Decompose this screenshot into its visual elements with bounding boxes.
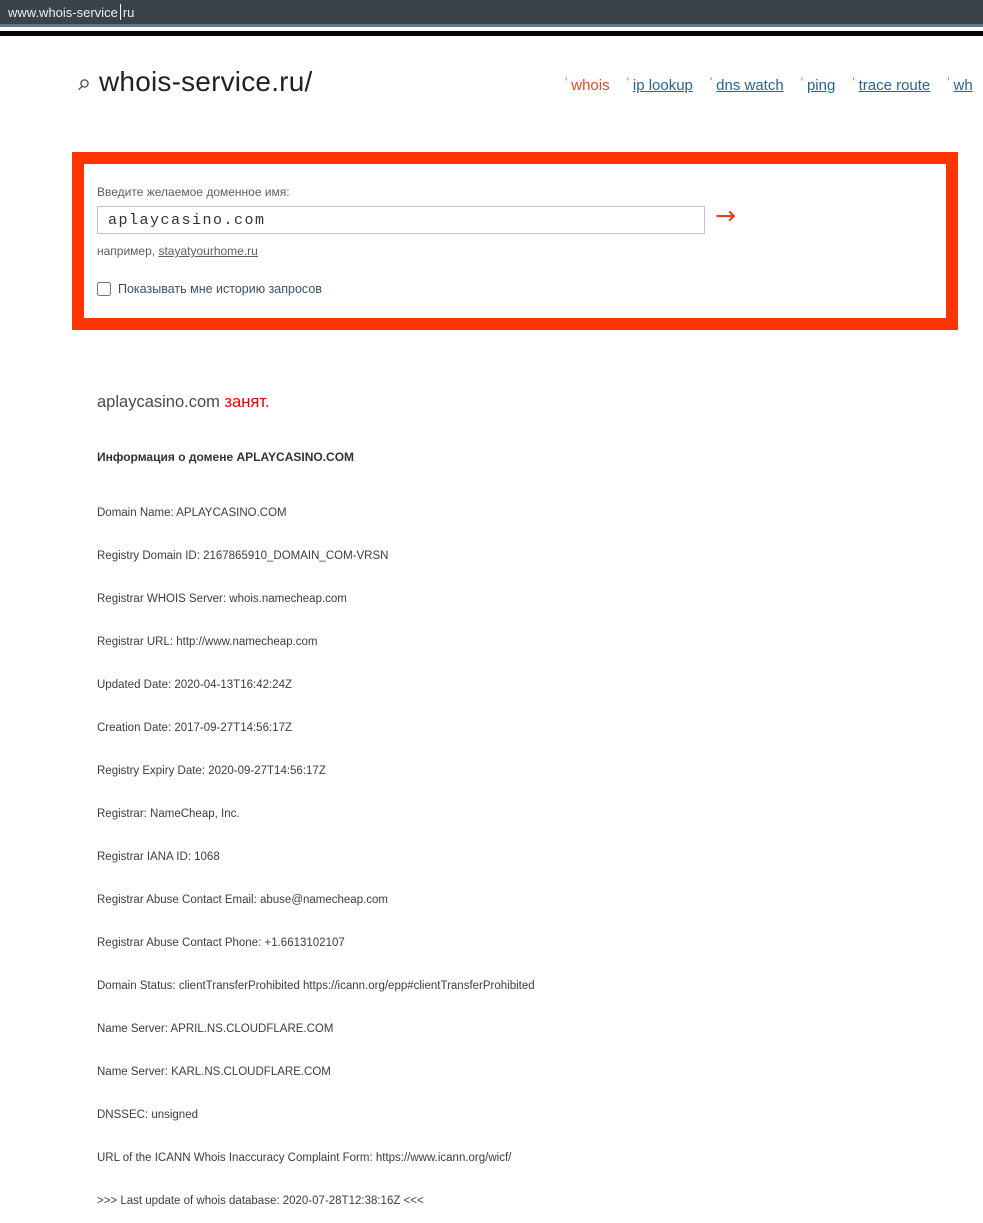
whois-line: Registrar WHOIS Server: whois.namecheap.… xyxy=(97,592,347,605)
nav-item-trace-route[interactable]: ′ trace route xyxy=(852,75,931,94)
whois-line: Registrar IANA ID: 1068 xyxy=(97,850,220,863)
domain-status-line: aplaycasino.com занят. xyxy=(97,393,270,412)
address-text-prefix: www.whois-service xyxy=(8,4,118,20)
whois-line: Name Server: KARL.NS.CLOUDFLARE.COM xyxy=(97,1066,331,1079)
nav-tick-icon: ′ xyxy=(852,75,855,89)
whois-line: Registry Expiry Date: 2020-09-27T14:56:1… xyxy=(97,764,326,777)
browser-address-bar[interactable]: www.whois-service ru xyxy=(0,0,983,27)
nav-tick-icon: ′ xyxy=(947,75,950,89)
address-text-suffix: ru xyxy=(122,4,135,20)
whois-line: Name Server: APRIL.NS.CLOUDFLARE.COM xyxy=(97,1023,334,1036)
nav-item-ip-lookup[interactable]: ′ ip lookup xyxy=(626,75,693,94)
whois-line: Updated Date: 2020-04-13T16:42:24Z xyxy=(97,678,292,691)
whois-record: Domain Name: APLAYCASINO.COM Registry Do… xyxy=(97,477,535,1223)
nav-link-dns-watch[interactable]: dns watch xyxy=(716,77,784,94)
magnifier-icon xyxy=(76,72,90,92)
status-badge: занят. xyxy=(224,393,270,411)
nav-item-whois[interactable]: ′ whois xyxy=(565,75,610,94)
whois-line: Domain Status: clientTransferProhibited … xyxy=(97,980,535,993)
nav-item-ping[interactable]: ′ ping xyxy=(800,75,836,94)
whois-line: >>> Last update of whois database: 2020-… xyxy=(97,1195,424,1208)
site-logo[interactable]: whois-service.ru/ xyxy=(76,66,312,98)
example-hint: например, stayatyourhome.ru xyxy=(97,244,258,258)
whois-line: URL of the ICANN Whois Inaccuracy Compla… xyxy=(97,1152,512,1165)
whois-line: DNSSEC: unsigned xyxy=(97,1109,198,1122)
nav-tick-icon: ′ xyxy=(709,75,713,89)
whois-line: Creation Date: 2017-09-27T14:56:17Z xyxy=(97,721,292,734)
show-history-label: Показывать мне историю запросов xyxy=(118,282,322,296)
whois-line: Registrar URL: http://www.namecheap.com xyxy=(97,635,318,648)
nav-item-dns-watch[interactable]: ′ dns watch xyxy=(709,75,784,94)
domain-query-box: Введите желаемое доменное имя: → наприме… xyxy=(72,152,958,330)
nav-item-whois-history[interactable]: ′ wh xyxy=(947,75,973,94)
whois-service-page: { "browser": { "address_prefix": "www.wh… xyxy=(0,0,983,1207)
nav-tick-icon: ′ xyxy=(626,75,629,89)
nav-link-ping[interactable]: ping xyxy=(807,77,835,94)
whois-line: Domain Name: APLAYCASINO.COM xyxy=(97,506,287,519)
nav-link-whois-history[interactable]: wh xyxy=(954,77,973,94)
nav-link-trace-route[interactable]: trace route xyxy=(859,77,931,94)
text-cursor xyxy=(119,4,121,20)
whois-line: Registrar: NameCheap, Inc. xyxy=(97,807,240,820)
example-domain-link[interactable]: stayatyourhome.ru xyxy=(158,244,257,258)
result-domain: aplaycasino.com xyxy=(97,393,225,411)
submit-arrow-button[interactable]: → xyxy=(715,203,736,228)
page-title: whois-service.ru/ xyxy=(99,66,313,97)
page-top-divider xyxy=(0,31,983,36)
nav-link-whois[interactable]: whois xyxy=(571,77,609,94)
show-history-checkbox[interactable] xyxy=(97,282,111,296)
main-nav: ′ whois ′ ip lookup ′ dns watch ′ ping ′… xyxy=(565,75,973,94)
whois-line: Registry Domain ID: 2167865910_DOMAIN_CO… xyxy=(97,549,389,562)
whois-line: Registrar Abuse Contact Phone: +1.661310… xyxy=(97,937,345,949)
whois-line: Registrar Abuse Contact Email: abuse@nam… xyxy=(97,893,389,906)
nav-link-ip-lookup[interactable]: ip lookup xyxy=(633,77,693,94)
history-checkbox-row: Показывать мне историю запросов xyxy=(97,282,322,296)
nav-tick-icon: ′ xyxy=(565,75,568,89)
domain-info-heading: Информация о домене APLAYCASINO.COM xyxy=(97,450,355,464)
example-prefix: например, xyxy=(97,244,159,258)
nav-tick-icon: ′ xyxy=(800,75,803,89)
domain-input[interactable] xyxy=(97,206,705,234)
domain-input-label: Введите желаемое доменное имя: xyxy=(97,185,290,199)
